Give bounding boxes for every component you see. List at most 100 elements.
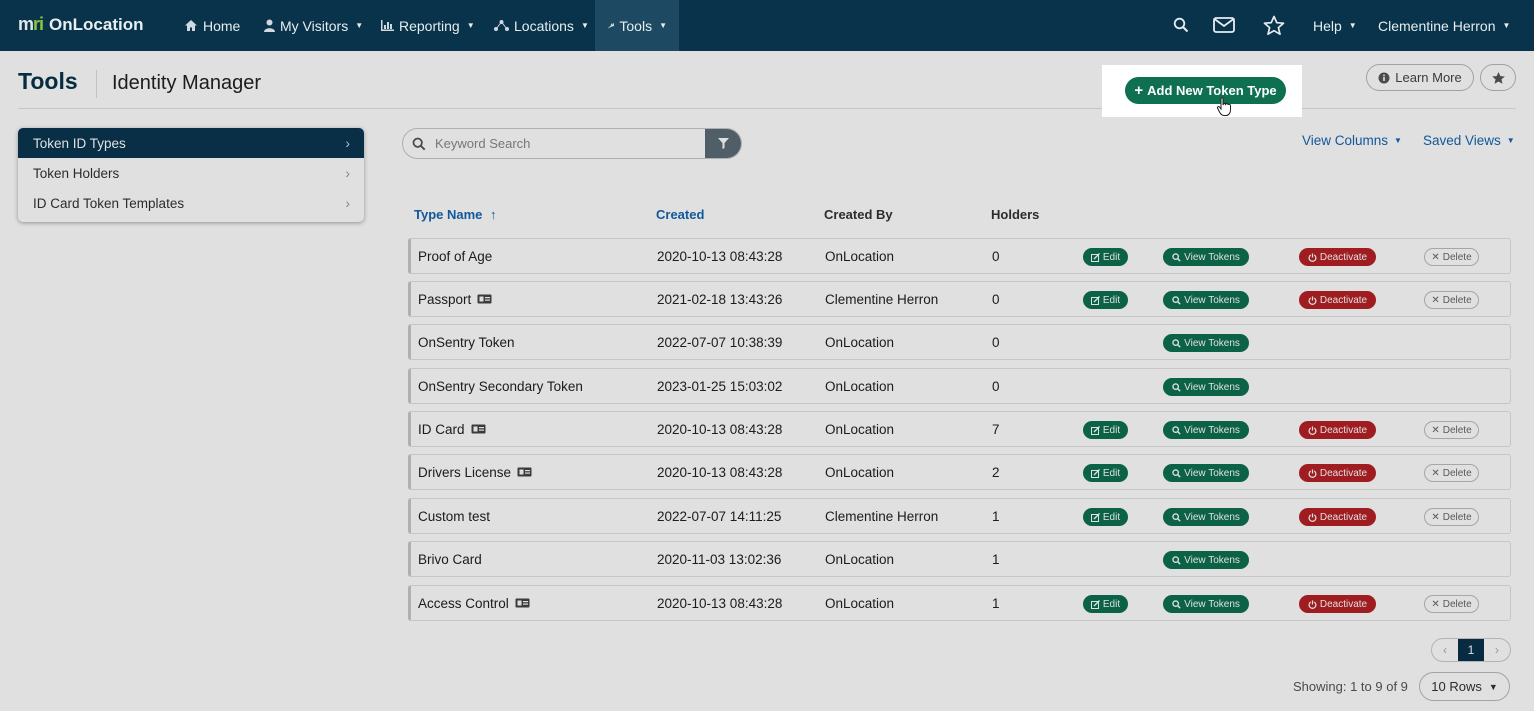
edit-label: Edit [1102,467,1121,479]
created-by-cell: OnLocation [825,422,895,437]
holders-cell: 1 [992,509,1000,524]
sidebar-item-id-card-token-templates[interactable]: ID Card Token Templates › [18,188,364,218]
created-cell: 2021-02-18 13:43:26 [657,292,783,307]
caret-down-icon: ▼ [1506,136,1515,145]
delete-label: Delete [1442,251,1472,263]
view-tokens-button[interactable]: View Tokens [1163,464,1249,482]
sidebar-item-token-holders[interactable]: Token Holders › [18,158,364,188]
title-divider [96,70,97,98]
view-tokens-button[interactable]: View Tokens [1163,508,1249,526]
power-icon [1308,295,1317,305]
view-tokens-label: View Tokens [1184,294,1240,306]
delete-button[interactable]: ✕ Delete [1424,291,1479,309]
delete-button[interactable]: ✕ Delete [1424,248,1479,266]
nav-locations[interactable]: Locations ▼ [482,0,601,51]
view-tokens-button[interactable]: View Tokens [1163,551,1249,569]
search-icon [1172,295,1181,305]
deactivate-button[interactable]: Deactivate [1299,248,1376,266]
type-name-cell: Passport [418,292,492,307]
deactivate-label: Deactivate [1319,294,1368,306]
search-icon [1172,599,1181,609]
edit-button[interactable]: Edit [1083,248,1128,266]
rows-per-page-select[interactable]: 10 Rows ▼ [1419,672,1510,701]
add-new-token-type-button[interactable]: + Add New Token Type [1125,77,1286,104]
saved-views-dropdown[interactable]: Saved Views ▼ [1423,133,1515,148]
edit-label: Edit [1102,424,1121,436]
view-tokens-button[interactable]: View Tokens [1163,248,1249,266]
edit-button[interactable]: Edit [1083,508,1128,526]
caret-down-icon: ▼ [355,21,364,30]
prev-page-icon[interactable]: ‹ [1432,639,1458,661]
created-cell: 2020-10-13 08:43:28 [657,422,783,437]
nav-home[interactable]: Home [172,0,252,51]
view-tokens-label: View Tokens [1184,598,1240,610]
keyword-search-input[interactable] [435,136,705,151]
next-page-icon[interactable]: › [1484,639,1510,661]
deactivate-button[interactable]: Deactivate [1299,595,1376,613]
table-row: Access Control 2020-10-13 08:43:28 OnLocat… [408,585,1511,621]
deactivate-button[interactable]: Deactivate [1299,421,1376,439]
deactivate-button[interactable]: Deactivate [1299,291,1376,309]
chevron-right-icon: › [345,195,350,211]
learn-more-button[interactable]: Learn More [1366,64,1474,91]
search-icon [1172,555,1181,565]
view-columns-dropdown[interactable]: View Columns ▼ [1302,133,1402,148]
power-icon [1308,512,1317,522]
nav-user-menu[interactable]: Clementine Herron ▼ [1366,0,1522,51]
created-cell: 2020-10-13 08:43:28 [657,465,783,480]
edit-icon [1090,425,1100,435]
mail-icon[interactable] [1213,14,1235,36]
holders-cell: 0 [992,335,1000,350]
holders-cell: 1 [992,552,1000,567]
edit-button[interactable]: Edit [1083,595,1128,613]
type-name-cell: OnSentry Secondary Token [418,379,583,394]
sort-ascending-icon: ↑ [490,207,497,222]
type-name: Custom test [418,509,491,524]
deactivate-label: Deactivate [1319,511,1368,523]
id-card-icon [515,596,530,611]
view-tokens-button[interactable]: View Tokens [1163,334,1249,352]
view-tokens-label: View Tokens [1184,424,1240,436]
deactivate-button[interactable]: Deactivate [1299,464,1376,482]
type-name-cell: Brivo Card [418,552,482,567]
view-tokens-button[interactable]: View Tokens [1163,378,1249,396]
delete-button[interactable]: ✕ Delete [1424,595,1479,613]
nav-my-visitors[interactable]: My Visitors ▼ [252,0,375,51]
deactivate-button[interactable]: Deactivate [1299,508,1376,526]
delete-button[interactable]: ✕ Delete [1424,508,1479,526]
nav-my-visitors-label: My Visitors [280,17,349,34]
table-row: Proof of Age 2020-10-13 08:43:28 OnLocatio… [408,238,1511,274]
edit-button[interactable]: Edit [1083,464,1128,482]
sidebar-item-label: ID Card Token Templates [33,195,185,211]
holders-cell: 1 [992,596,1000,611]
nav-reporting[interactable]: Reporting ▼ [369,0,487,51]
sidebar-item-token-id-types[interactable]: Token ID Types › [18,128,364,158]
filter-button[interactable] [705,129,741,158]
nav-tools-label: Tools [619,17,653,34]
type-name-cell: OnSentry Token [418,335,515,350]
delete-label: Delete [1442,424,1472,436]
column-header-type-name[interactable]: Type Name ↑ [414,207,497,222]
page-number[interactable]: 1 [1458,639,1484,661]
nav-help[interactable]: Help ▼ [1301,0,1369,51]
favorite-button[interactable] [1480,64,1516,91]
column-header-created[interactable]: Created [656,207,704,222]
table-row: Passport 2021-02-18 13:43:26 Clementine He… [408,281,1511,317]
delete-button[interactable]: ✕ Delete [1424,421,1479,439]
table-row: Brivo Card 2020-11-03 13:02:36 OnLocation 1… [408,541,1511,577]
search-icon[interactable] [1170,14,1192,36]
nav-tools[interactable]: Tools ▼ [595,0,679,51]
edit-button[interactable]: Edit [1083,291,1128,309]
view-tokens-button[interactable]: View Tokens [1163,291,1249,309]
table-row: ID Card 2020-10-13 08:43:28 OnLocation 7 Edi… [408,411,1511,447]
view-tokens-button[interactable]: View Tokens [1163,595,1249,613]
delete-button[interactable]: ✕ Delete [1424,464,1479,482]
page-subtitle: Identity Manager [112,72,261,94]
edit-button[interactable]: Edit [1083,421,1128,439]
deactivate-label: Deactivate [1319,251,1368,263]
star-icon[interactable] [1263,14,1285,36]
info-icon [1378,72,1390,83]
brand-logo[interactable]: mri OnLocation [18,14,143,35]
type-name: OnSentry Secondary Token [418,379,583,394]
view-tokens-button[interactable]: View Tokens [1163,421,1249,439]
